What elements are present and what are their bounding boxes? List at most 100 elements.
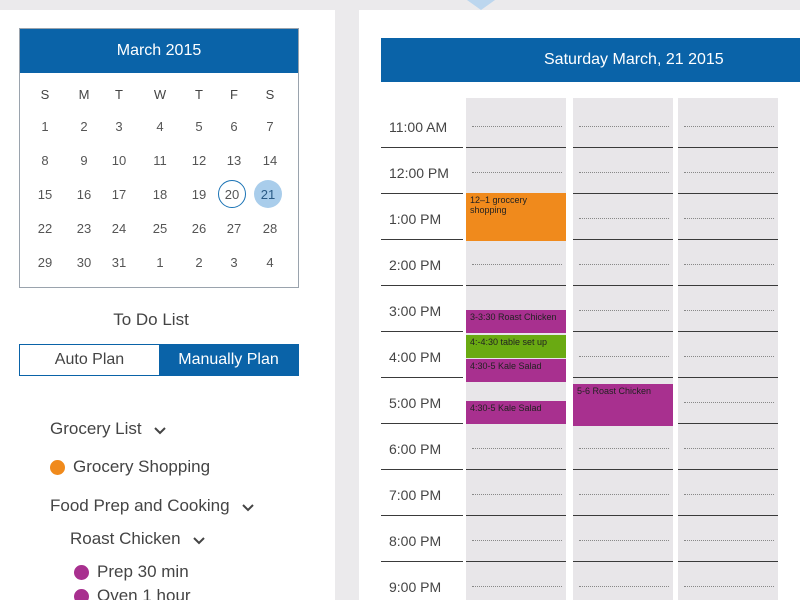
calendar-day[interactable]: 6 [219, 113, 249, 139]
hour-divider [678, 561, 778, 562]
calendar-day[interactable]: 4 [255, 249, 285, 275]
calendar-day[interactable]: 5 [184, 113, 214, 139]
day-column[interactable] [573, 98, 673, 600]
calendar-day[interactable]: 27 [219, 215, 249, 241]
half-hour-divider [472, 540, 562, 541]
calendar-day-today[interactable]: 20 [218, 180, 246, 208]
hour-divider [573, 239, 673, 240]
calendar-day[interactable]: 7 [255, 113, 285, 139]
calendar-day[interactable]: 29 [30, 249, 60, 275]
calendar-day[interactable]: 14 [255, 147, 285, 173]
calendar-day-selected[interactable]: 21 [254, 180, 282, 208]
calendar-day[interactable]: 9 [69, 147, 99, 173]
todo-item[interactable]: Oven 1 hour [74, 586, 191, 600]
calendar-day[interactable]: 2 [184, 249, 214, 275]
plan-mode-toggle[interactable]: Auto Plan Manually Plan [19, 344, 299, 376]
calendar-day[interactable]: 17 [104, 181, 134, 207]
weekday-label: T [115, 86, 123, 102]
calendar-day[interactable]: 2 [69, 113, 99, 139]
calendar-day[interactable]: 11 [145, 147, 175, 173]
hour-divider [678, 331, 778, 332]
calendar-day[interactable]: 22 [30, 215, 60, 241]
auto-plan-button[interactable]: Auto Plan [20, 345, 159, 375]
todo-item-label: Roast Chicken [70, 529, 181, 548]
hour-divider [573, 285, 673, 286]
half-hour-divider [472, 126, 562, 127]
calendar-day[interactable]: 3 [219, 249, 249, 275]
hour-label: 7:00 PM [389, 487, 442, 503]
panel-pointer [467, 0, 495, 10]
hour-label: 4:00 PM [389, 349, 442, 365]
half-hour-divider [472, 586, 562, 587]
calendar-day[interactable]: 1 [30, 113, 60, 139]
half-hour-divider [684, 540, 774, 541]
calendar-day[interactable]: 25 [145, 215, 175, 241]
manually-plan-button[interactable]: Manually Plan [159, 345, 298, 375]
calendar-day[interactable]: 15 [30, 181, 60, 207]
hour-divider [381, 285, 463, 286]
chevron-down-icon[interactable] [152, 423, 168, 439]
todo-item-label: Grocery Shopping [73, 457, 211, 476]
half-hour-divider [579, 172, 669, 173]
hour-divider [573, 469, 673, 470]
todo-item[interactable]: Prep 30 min [74, 562, 189, 582]
calendar-event[interactable]: 4:30-5 Kale Salad [466, 359, 566, 382]
calendar-day[interactable]: 19 [184, 181, 214, 207]
half-hour-divider [684, 448, 774, 449]
calendar-day[interactable]: 26 [184, 215, 214, 241]
hour-divider [678, 469, 778, 470]
hour-divider [381, 147, 463, 148]
hour-divider [381, 377, 463, 378]
calendar-day[interactable]: 3 [104, 113, 134, 139]
calendar-day[interactable]: 28 [255, 215, 285, 241]
calendar-day[interactable]: 13 [219, 147, 249, 173]
hour-divider [678, 515, 778, 516]
hour-label: 11:00 AM [389, 119, 448, 135]
hour-label: 1:00 PM [389, 211, 442, 227]
weekday-label: S [40, 86, 50, 102]
calendar-day[interactable]: 23 [69, 215, 99, 241]
half-hour-divider [472, 264, 562, 265]
calendar-day[interactable]: 18 [145, 181, 175, 207]
calendar-day[interactable]: 16 [69, 181, 99, 207]
hour-divider [678, 239, 778, 240]
calendar-day[interactable]: 30 [69, 249, 99, 275]
chevron-down-icon[interactable] [240, 500, 256, 516]
calendar-event[interactable]: 12–1 groccery shopping [466, 193, 566, 241]
half-hour-divider [684, 172, 774, 173]
chevron-down-icon[interactable] [191, 533, 207, 549]
calendar-event[interactable]: 4:-4:30 table set up [466, 335, 566, 358]
hour-label: 6:00 PM [389, 441, 442, 457]
calendar-day[interactable]: 4 [145, 113, 175, 139]
weekday-label: F [230, 86, 238, 102]
todo-item[interactable]: Grocery Shopping [50, 457, 210, 477]
status-dot-icon [74, 588, 89, 600]
calendar-event[interactable]: 4:30-5 Kale Salad [466, 401, 566, 424]
half-hour-divider [579, 494, 669, 495]
calendar-event[interactable]: 3-3:30 Roast Chicken [466, 310, 566, 333]
half-hour-divider [579, 586, 669, 587]
hour-divider [466, 469, 566, 470]
half-hour-divider [579, 310, 669, 311]
calendar-day[interactable]: 8 [30, 147, 60, 173]
half-hour-divider [684, 218, 774, 219]
calendar-day[interactable]: 12 [184, 147, 214, 173]
half-hour-divider [684, 402, 774, 403]
todo-item[interactable]: Grocery List [50, 419, 168, 439]
hour-label: 5:00 PM [389, 395, 442, 411]
calendar-day[interactable]: 24 [104, 215, 134, 241]
weekday-label: W [153, 86, 167, 102]
hour-label: 12:00 PM [389, 165, 449, 181]
calendar-day[interactable]: 10 [104, 147, 134, 173]
todo-item[interactable]: Food Prep and Cooking [50, 496, 256, 516]
calendar-event[interactable]: 5-6 Roast Chicken [573, 384, 673, 426]
hour-divider [381, 193, 463, 194]
hour-divider [573, 377, 673, 378]
day-column[interactable] [678, 98, 778, 600]
hour-divider [466, 515, 566, 516]
calendar-day[interactable]: 31 [104, 249, 134, 275]
todo-item[interactable]: Roast Chicken [70, 529, 207, 549]
calendar-day[interactable]: 1 [145, 249, 175, 275]
hour-divider [381, 239, 463, 240]
hour-divider [678, 423, 778, 424]
